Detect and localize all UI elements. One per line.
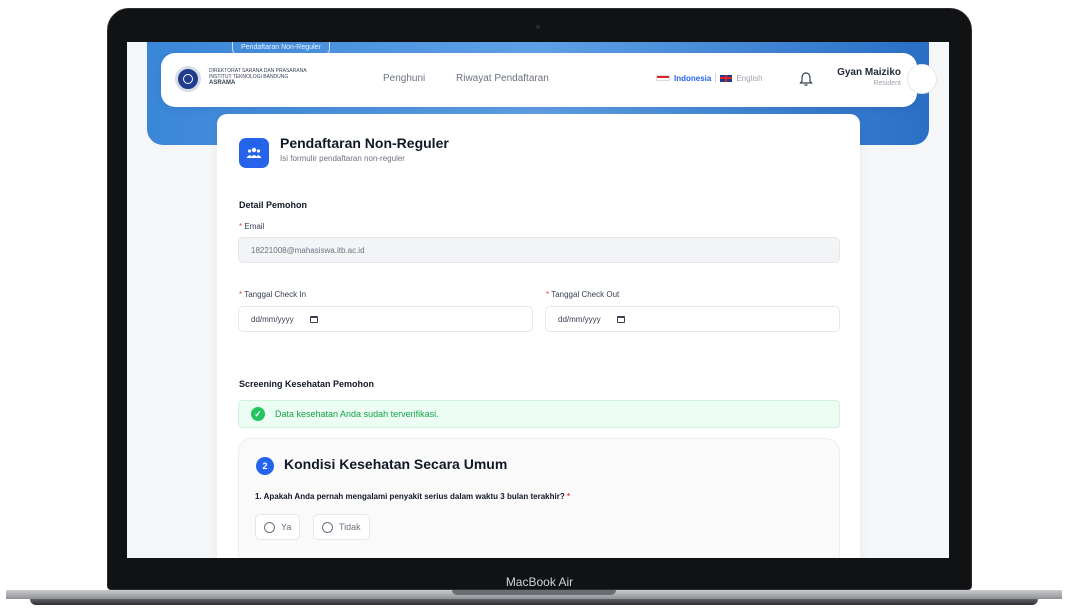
navbar: DIREKTORAT SARANA DAN PRASARANA INSTITUT…	[161, 53, 937, 107]
check-out-placeholder: dd/mm/yyyy	[558, 314, 601, 324]
required-marker: *	[546, 290, 550, 299]
bell-icon[interactable]	[799, 71, 813, 87]
language-divider	[715, 73, 717, 83]
radio-circle-icon[interactable]	[264, 521, 275, 533]
nav-link-penghuni[interactable]: Penghuni	[383, 73, 425, 84]
language-option-indonesia[interactable]: Indonesia	[674, 74, 711, 83]
check-circle-icon: ✓	[251, 407, 265, 421]
required-marker: *	[239, 222, 243, 231]
logo-line-3: ASRAMA	[209, 80, 236, 86]
registration-form-card: Pendaftaran Non-Reguler Isi formulir pen…	[217, 114, 860, 558]
avatar[interactable]	[907, 64, 937, 94]
required-marker: *	[239, 290, 243, 299]
radio-option-tidak[interactable]: Tidak	[313, 514, 370, 540]
question-1: 1. Apakah Anda pernah mengalami penyakit…	[255, 492, 570, 501]
page-title: Pendaftaran Non-Reguler	[280, 135, 449, 151]
applicant-section-title: Detail Pemohon	[239, 200, 308, 210]
check-out-label-text: Tanggal Check Out	[551, 290, 620, 299]
email-value: 18221008@mahasiswa.itb.ac.id	[251, 245, 365, 255]
health-condition-panel: 2 Kondisi Kesehatan Secara Umum 1. Apaka…	[238, 438, 840, 558]
screening-section-title: Screening Kesehatan Pemohon	[239, 379, 375, 389]
radio-option-ya[interactable]: Ya	[255, 514, 301, 540]
user-role: Resident	[873, 80, 901, 87]
question-1-text: 1. Apakah Anda pernah mengalami penyakit…	[255, 492, 565, 501]
laptop-base	[0, 590, 1068, 609]
email-field: 18221008@mahasiswa.itb.ac.id	[238, 237, 840, 263]
verified-alert: ✓ Data kesehatan Anda sudah terverifikas…	[238, 400, 840, 428]
calendar-icon[interactable]	[309, 315, 318, 323]
step-number-badge: 2	[256, 457, 274, 475]
flag-id-icon	[656, 75, 670, 81]
device-label: MacBook Air	[505, 575, 574, 589]
language-option-english[interactable]: English	[736, 74, 762, 83]
radio-label-ya: Ya	[281, 522, 292, 532]
itb-logo-icon[interactable]	[175, 66, 201, 92]
health-section-title: Kondisi Kesehatan Secara Umum	[284, 456, 508, 472]
flag-gb-icon	[720, 74, 733, 82]
check-in-label: * Tanggal Check In	[239, 290, 306, 299]
check-in-date-input[interactable]: dd/mm/yyyy	[238, 306, 533, 332]
logo-text: DIREKTORAT SARANA DAN PRASARANA INSTITUT…	[209, 68, 319, 86]
email-label: * Email	[239, 222, 264, 231]
screen: Pendaftaran Non-Reguler DIREKTORAT SARAN…	[127, 42, 949, 558]
camera-icon	[536, 25, 540, 29]
check-out-label: * Tanggal Check Out	[546, 290, 619, 299]
language-switcher: Indonesia English	[656, 73, 763, 83]
required-marker: *	[566, 492, 571, 501]
user-name: Gyan Maiziko	[837, 67, 901, 78]
email-label-text: Email	[244, 222, 265, 231]
check-in-placeholder: dd/mm/yyyy	[251, 314, 294, 324]
check-out-date-input[interactable]: dd/mm/yyyy	[545, 306, 840, 332]
users-icon	[239, 138, 269, 168]
calendar-icon[interactable]	[616, 315, 625, 323]
verified-message: Data kesehatan Anda sudah terverifikasi.	[275, 409, 439, 419]
check-in-label-text: Tanggal Check In	[244, 290, 307, 299]
radio-circle-icon[interactable]	[322, 521, 333, 533]
nav-link-riwayat-pendaftaran[interactable]: Riwayat Pendaftaran	[456, 73, 549, 84]
radio-label-tidak: Tidak	[339, 522, 361, 532]
page-subtitle: Isi formulir pendaftaran non-reguler	[280, 154, 405, 163]
